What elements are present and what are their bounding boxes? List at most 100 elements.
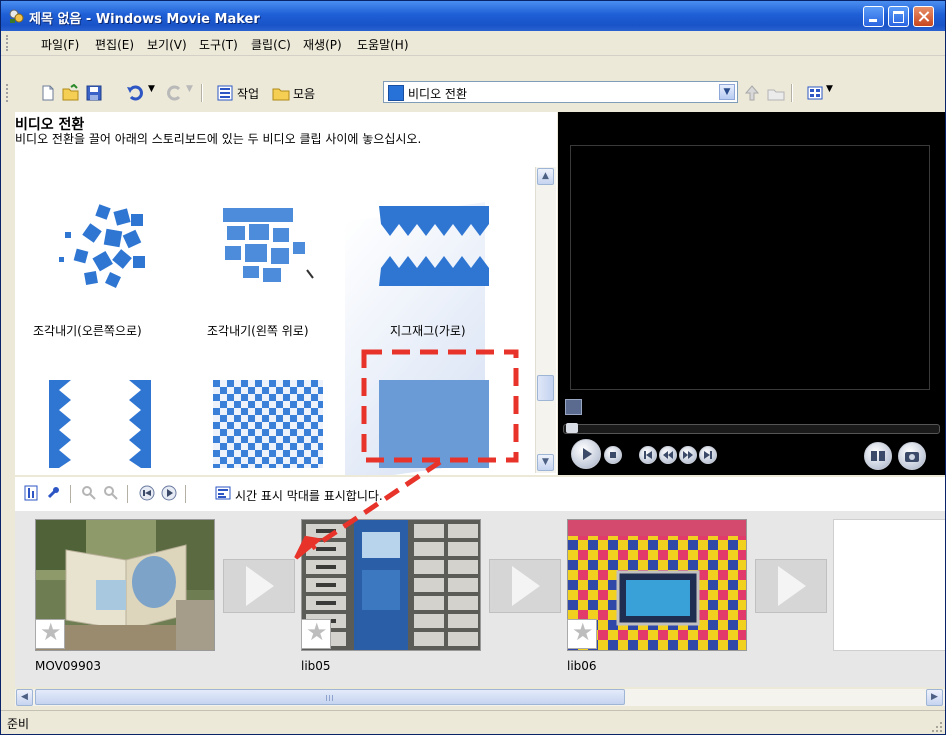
menu-grip-handle[interactable] — [6, 35, 11, 51]
menu-file[interactable]: 파일(F) — [41, 36, 79, 53]
menu-clip[interactable]: 클립(C) — [251, 36, 291, 53]
view-select-value: 비디오 전환 — [408, 87, 468, 101]
menu-bar: 파일(F) 편집(E) 보기(V) 도구(T) 클립(C) 재생(P) 도움말(… — [1, 31, 945, 56]
transition-label: 조각내기(오른쪽으로) — [33, 324, 142, 338]
menu-edit[interactable]: 편집(E) — [95, 36, 134, 53]
storyboard-toolbar: 시간 표시 막대를 표시합니다. — [15, 477, 945, 511]
scrollbar-thumb[interactable] — [537, 375, 554, 401]
redo-dropdown-chevron-icon[interactable]: ▼ — [186, 84, 193, 94]
save-project-icon[interactable] — [85, 84, 103, 102]
zoom-out-icon[interactable] — [103, 485, 119, 501]
video-transitions-pane: 비디오 전환 비디오 전환을 끌어 아래의 스토리보드에 있는 두 비디오 클립… — [15, 112, 557, 475]
checkerboard-thumbnail[interactable] — [213, 380, 323, 468]
scrollbar-thumb[interactable] — [35, 689, 625, 705]
skip-forward-icon — [704, 451, 712, 459]
shatter-upper-left-thumbnail[interactable] — [213, 202, 323, 290]
scroll-left-arrow-icon[interactable]: ◀ — [16, 689, 33, 706]
zigzag-vertical-thumbnail[interactable] — [45, 380, 155, 468]
main-toolbar: ▼ ▼ 작업 모음 비디오 전환 ▼ ▼ — [1, 56, 945, 110]
skip-back-icon — [644, 451, 652, 459]
transition-label: 조각내기(왼쪽 위로) — [207, 324, 309, 338]
close-button[interactable] — [913, 6, 934, 27]
menu-help[interactable]: 도움말(H) — [357, 36, 409, 53]
set-audio-levels-icon[interactable] — [23, 485, 39, 501]
toolbar-separator — [791, 84, 793, 102]
star-rating-icon — [35, 618, 65, 649]
scroll-down-arrow-icon[interactable]: ▼ — [537, 454, 554, 471]
window-title: 제목 없음 - Windows Movie Maker — [29, 12, 260, 27]
new-collection-folder-icon[interactable] — [767, 84, 785, 102]
seek-knob[interactable] — [566, 423, 578, 433]
video-transition-icon — [388, 85, 404, 101]
scrollbar-grip-icon — [326, 695, 333, 701]
status-bar: 준비 — [1, 710, 945, 734]
show-timeline-icon[interactable] — [215, 485, 231, 501]
movie-maker-window: 제목 없음 - Windows Movie Maker 파일(F) 편집(E) … — [0, 0, 946, 735]
narrate-microphone-icon[interactable] — [45, 485, 61, 501]
rewind-button[interactable] — [659, 446, 677, 464]
minimize-button[interactable] — [863, 6, 884, 27]
maximize-button[interactable] — [888, 6, 909, 27]
next-frame-button[interactable] — [699, 446, 717, 464]
title-bar[interactable]: 제목 없음 - Windows Movie Maker — [1, 1, 945, 31]
open-project-icon[interactable] — [62, 84, 80, 102]
collections-button[interactable]: 모음 — [293, 85, 315, 102]
views-dropdown-chevron-icon[interactable]: ▼ — [826, 84, 833, 94]
plain-fade-thumbnail[interactable] — [379, 380, 489, 468]
play-icon — [583, 448, 592, 460]
star-rating-icon — [301, 618, 331, 649]
storyboard-scrollbar[interactable]: ◀ ▶ — [15, 689, 945, 706]
resize-grip-icon[interactable] — [931, 721, 943, 733]
zigzag-horizontal-thumbnail[interactable] — [379, 202, 489, 290]
menu-play[interactable]: 재생(P) — [303, 36, 342, 53]
redo-icon[interactable] — [166, 84, 184, 102]
pane-description: 비디오 전환을 끌어 아래의 스토리보드에 있는 두 비디오 클립 사이에 놓으… — [15, 132, 422, 146]
pane-title: 비디오 전환 — [15, 117, 85, 133]
camera-icon — [905, 452, 919, 462]
clip-name: lib06 — [567, 659, 597, 673]
menu-view[interactable]: 보기(V) — [147, 36, 187, 53]
storyboard: MOV09903 lib05 — [15, 511, 945, 687]
scroll-up-arrow-icon[interactable]: ▲ — [537, 168, 554, 185]
play-button[interactable] — [571, 439, 601, 469]
collections-folder-icon — [272, 88, 290, 101]
fast-forward-icon — [683, 451, 693, 459]
undo-dropdown-chevron-icon[interactable]: ▼ — [148, 84, 155, 94]
movie-maker-app-icon — [9, 9, 24, 23]
status-text: 준비 — [7, 717, 30, 731]
menu-tools[interactable]: 도구(T) — [199, 36, 238, 53]
transition-slot[interactable] — [755, 559, 827, 613]
fast-forward-button[interactable] — [679, 446, 697, 464]
toolbar-grip-handle[interactable] — [6, 84, 11, 102]
take-picture-button[interactable] — [898, 442, 926, 470]
previous-frame-button[interactable] — [639, 446, 657, 464]
toolbar-separator — [185, 485, 187, 503]
play-storyboard-icon[interactable] — [161, 485, 177, 501]
rewind-storyboard-icon[interactable] — [139, 485, 155, 501]
tasks-button[interactable]: 작업 — [237, 85, 259, 102]
view-select[interactable]: 비디오 전환 ▼ — [383, 81, 738, 103]
chevron-down-icon[interactable]: ▼ — [719, 84, 735, 100]
rewind-icon — [663, 451, 673, 459]
shatter-right-thumbnail[interactable] — [45, 202, 155, 290]
monitor-mode-icon[interactable] — [565, 399, 582, 415]
stop-icon — [610, 452, 616, 458]
seek-bar[interactable] — [563, 423, 940, 434]
undo-icon[interactable] — [126, 84, 144, 102]
scroll-right-arrow-icon[interactable]: ▶ — [926, 689, 943, 706]
clip-name: lib05 — [301, 659, 331, 673]
split-clip-button[interactable] — [864, 442, 892, 470]
toolbar-separator — [70, 485, 72, 503]
up-level-icon[interactable] — [743, 84, 761, 102]
transitions-scrollbar[interactable]: ▲ ▼ — [535, 167, 556, 473]
clip-name: MOV09903 — [35, 659, 101, 673]
star-rating-icon — [567, 618, 597, 649]
new-project-icon[interactable] — [39, 84, 57, 102]
zoom-in-icon[interactable] — [81, 485, 97, 501]
empty-clip-slot[interactable] — [833, 519, 945, 651]
stop-button[interactable] — [604, 446, 622, 464]
transition-label: 지그재그(가로) — [390, 324, 466, 338]
show-timeline-button[interactable]: 시간 표시 막대를 표시합니다. — [235, 487, 383, 504]
preview-screen — [570, 145, 930, 390]
views-thumbnail-icon[interactable] — [806, 84, 824, 102]
